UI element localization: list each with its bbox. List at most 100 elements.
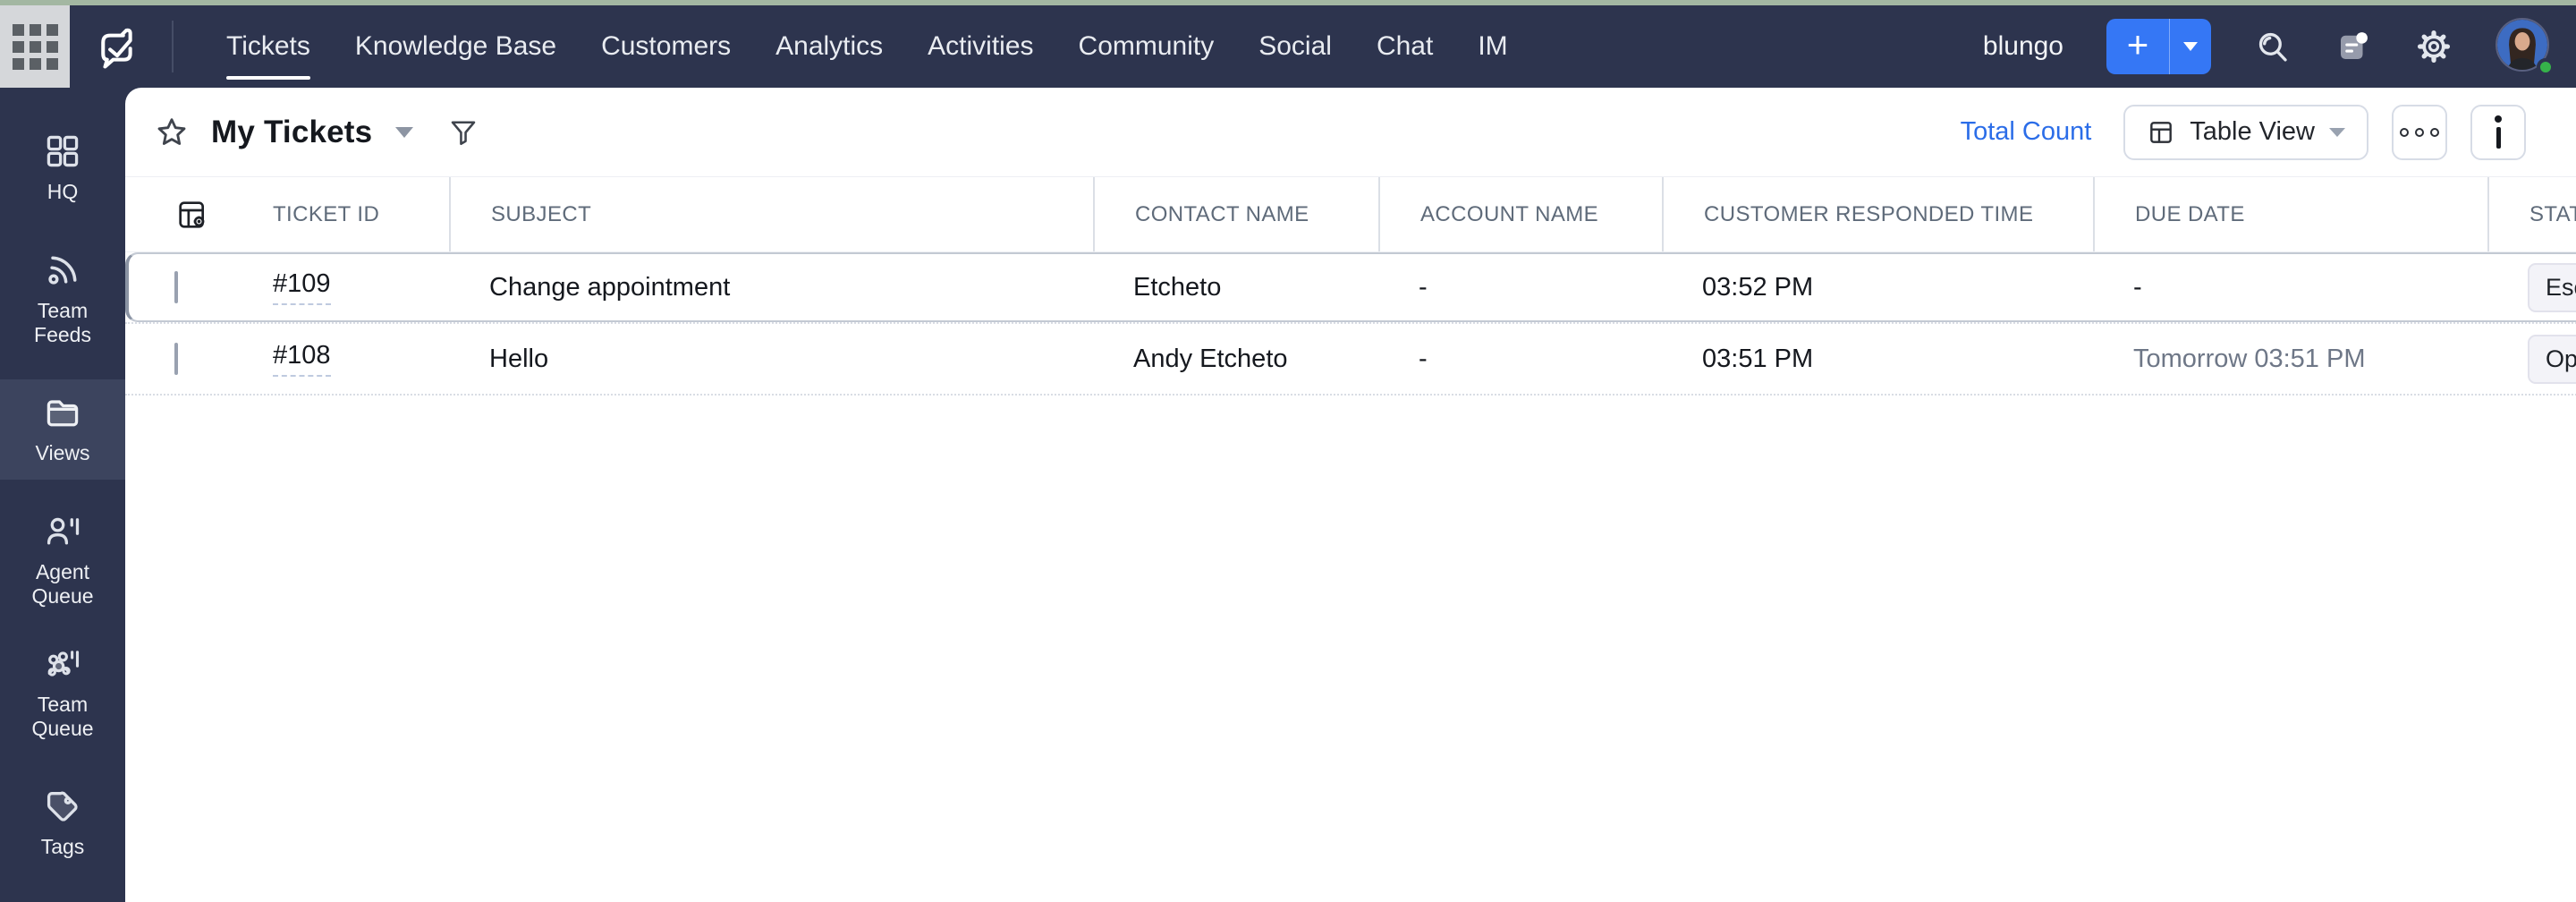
signal-icon — [48, 256, 77, 285]
folder-icon — [47, 400, 79, 427]
nav-label: Social — [1258, 31, 1332, 61]
table-row[interactable]: #108 Hello Andy Etcheto - 03:51 PM Tomor… — [125, 324, 2576, 396]
sidebar-item-team-queue[interactable]: Team Queue — [0, 641, 125, 745]
agent-queue-icon — [47, 517, 80, 545]
star-icon[interactable] — [154, 115, 190, 150]
sidebar-item-label: Views — [35, 441, 90, 465]
cell-contact-name: Etcheto — [1133, 272, 1222, 302]
settings-button[interactable] — [2415, 28, 2453, 65]
sidebar-item-team-feeds[interactable]: Team Feeds — [0, 247, 125, 351]
column-header-contact-name[interactable]: CONTACT NAME — [1093, 177, 1378, 251]
nav-label: Customers — [601, 31, 732, 61]
user-avatar[interactable] — [2496, 18, 2555, 76]
table-view-icon — [2150, 121, 2173, 143]
left-sidebar: HQ Team Feeds Views Agent Queue Team Que… — [0, 88, 125, 902]
sidebar-item-hq[interactable]: HQ — [0, 118, 125, 218]
cell-account-name: - — [1419, 344, 1428, 373]
column-header-account-name[interactable]: ACCOUNT NAME — [1378, 177, 1662, 251]
nav-item-community[interactable]: Community — [1056, 5, 1237, 88]
status-badge[interactable]: Open — [2528, 334, 2576, 384]
column-header-status[interactable]: STATUS — [2487, 177, 2576, 251]
nav-label: Activities — [928, 31, 1034, 61]
table-settings-cell[interactable] — [125, 177, 233, 251]
nav-item-activities[interactable]: Activities — [905, 5, 1055, 88]
view-mode-button[interactable]: Table View — [2123, 104, 2368, 160]
chevron-down-icon — [2329, 127, 2345, 137]
hq-grid-icon — [47, 136, 79, 167]
cell-subject[interactable]: Hello — [449, 345, 1093, 374]
window-top-strip — [0, 0, 2576, 5]
nav-item-chat[interactable]: Chat — [1354, 5, 1455, 88]
cell-customer-responded-time: 03:52 PM — [1702, 272, 1814, 302]
nav-item-tickets[interactable]: Tickets — [204, 5, 333, 88]
search-icon — [2258, 32, 2287, 62]
team-queue-icon — [47, 651, 80, 676]
tag-icon — [47, 792, 78, 822]
sidebar-item-label: Tags — [40, 835, 85, 859]
feeds-notifications-button[interactable] — [2334, 28, 2372, 65]
column-header-subject[interactable]: SUBJECT — [449, 177, 1093, 251]
apps-grid-icon — [12, 23, 58, 70]
add-ticket-split-button[interactable]: + — [2106, 19, 2211, 74]
topbar-divider — [172, 21, 174, 72]
nav-item-social[interactable]: Social — [1236, 5, 1354, 88]
status-badge[interactable]: Escalated — [2528, 262, 2576, 312]
column-header-due-date[interactable]: DUE DATE — [2093, 177, 2487, 251]
nav-item-customers[interactable]: Customers — [579, 5, 753, 88]
nav-item-im[interactable]: IM — [1455, 5, 1530, 88]
nav-item-analytics[interactable]: Analytics — [753, 5, 905, 88]
topbar-right-cluster: blungo + — [1982, 18, 2576, 76]
chevron-down-icon — [2183, 42, 2198, 51]
nav-label: Knowledge Base — [354, 31, 557, 61]
nav-label: IM — [1478, 31, 1508, 61]
more-options-button[interactable] — [2392, 104, 2447, 160]
sidebar-item-label: Team Queue — [31, 692, 94, 740]
sidebar-item-label: HQ — [47, 180, 79, 204]
search-button[interactable] — [2254, 28, 2292, 65]
gear-icon — [2417, 30, 2451, 64]
sidebar-item-agent-queue[interactable]: Agent Queue — [0, 508, 125, 612]
view-mode-label: Table View — [2190, 117, 2315, 146]
ellipsis-icon — [2400, 127, 2439, 137]
apps-grid-button[interactable] — [0, 5, 70, 88]
ticket-id-link[interactable]: #109 — [273, 269, 331, 305]
row-checkbox[interactable] — [174, 342, 178, 375]
nav-label: Chat — [1376, 31, 1434, 61]
table-header-row: TICKET ID SUBJECT CONTACT NAME ACCOUNT N… — [125, 177, 2576, 252]
sidebar-item-label: Agent Queue — [31, 559, 94, 608]
zoho-desk-logo-icon — [93, 19, 143, 74]
table-settings-icon — [179, 200, 205, 228]
cell-subject[interactable]: Change appointment — [449, 273, 1093, 302]
org-name: blungo — [1982, 31, 2063, 61]
cell-due-date: Tomorrow 03:51 PM — [2133, 344, 2366, 373]
info-button[interactable] — [2470, 104, 2526, 160]
add-dropdown-toggle[interactable] — [2170, 19, 2211, 74]
total-count-link[interactable]: Total Count — [1961, 117, 2092, 147]
filter-funnel-icon[interactable] — [447, 116, 479, 149]
cell-contact-name: Andy Etcheto — [1133, 344, 1288, 373]
nav-label: Analytics — [775, 31, 884, 61]
ticket-id-link[interactable]: #108 — [273, 341, 331, 377]
row-checkbox[interactable] — [174, 270, 178, 303]
view-header: My Tickets Total Count Table View — [125, 88, 2576, 177]
info-icon — [2495, 115, 2502, 149]
cell-account-name: - — [1419, 272, 1428, 302]
sidebar-item-label: Team Feeds — [34, 298, 91, 346]
cell-due-date: - — [2133, 272, 2142, 302]
column-header-customer-responded-time[interactable]: CUSTOMER RESPONDED TIME — [1662, 177, 2093, 251]
column-header-ticket-id[interactable]: TICKET ID — [233, 177, 449, 251]
nav-item-knowledge-base[interactable]: Knowledge Base — [333, 5, 579, 88]
view-selector-caret-icon[interactable] — [395, 126, 414, 138]
table-row[interactable]: #109 Change appointment Etcheto - 03:52 … — [125, 252, 2576, 324]
main-content: My Tickets Total Count Table View TICKET… — [125, 88, 2576, 902]
plus-icon[interactable]: + — [2106, 19, 2169, 74]
online-status-dot — [2537, 58, 2555, 76]
module-nav: Tickets Knowledge Base Customers Analyti… — [204, 5, 1530, 88]
sidebar-item-views[interactable]: Views — [0, 379, 125, 480]
view-title[interactable]: My Tickets — [211, 115, 372, 150]
feeds-icon — [2341, 32, 2368, 59]
nav-label: Tickets — [226, 31, 310, 61]
sidebar-item-tags[interactable]: Tags — [0, 773, 125, 873]
topbar: Tickets Knowledge Base Customers Analyti… — [0, 5, 2576, 88]
cell-customer-responded-time: 03:51 PM — [1702, 344, 1814, 373]
